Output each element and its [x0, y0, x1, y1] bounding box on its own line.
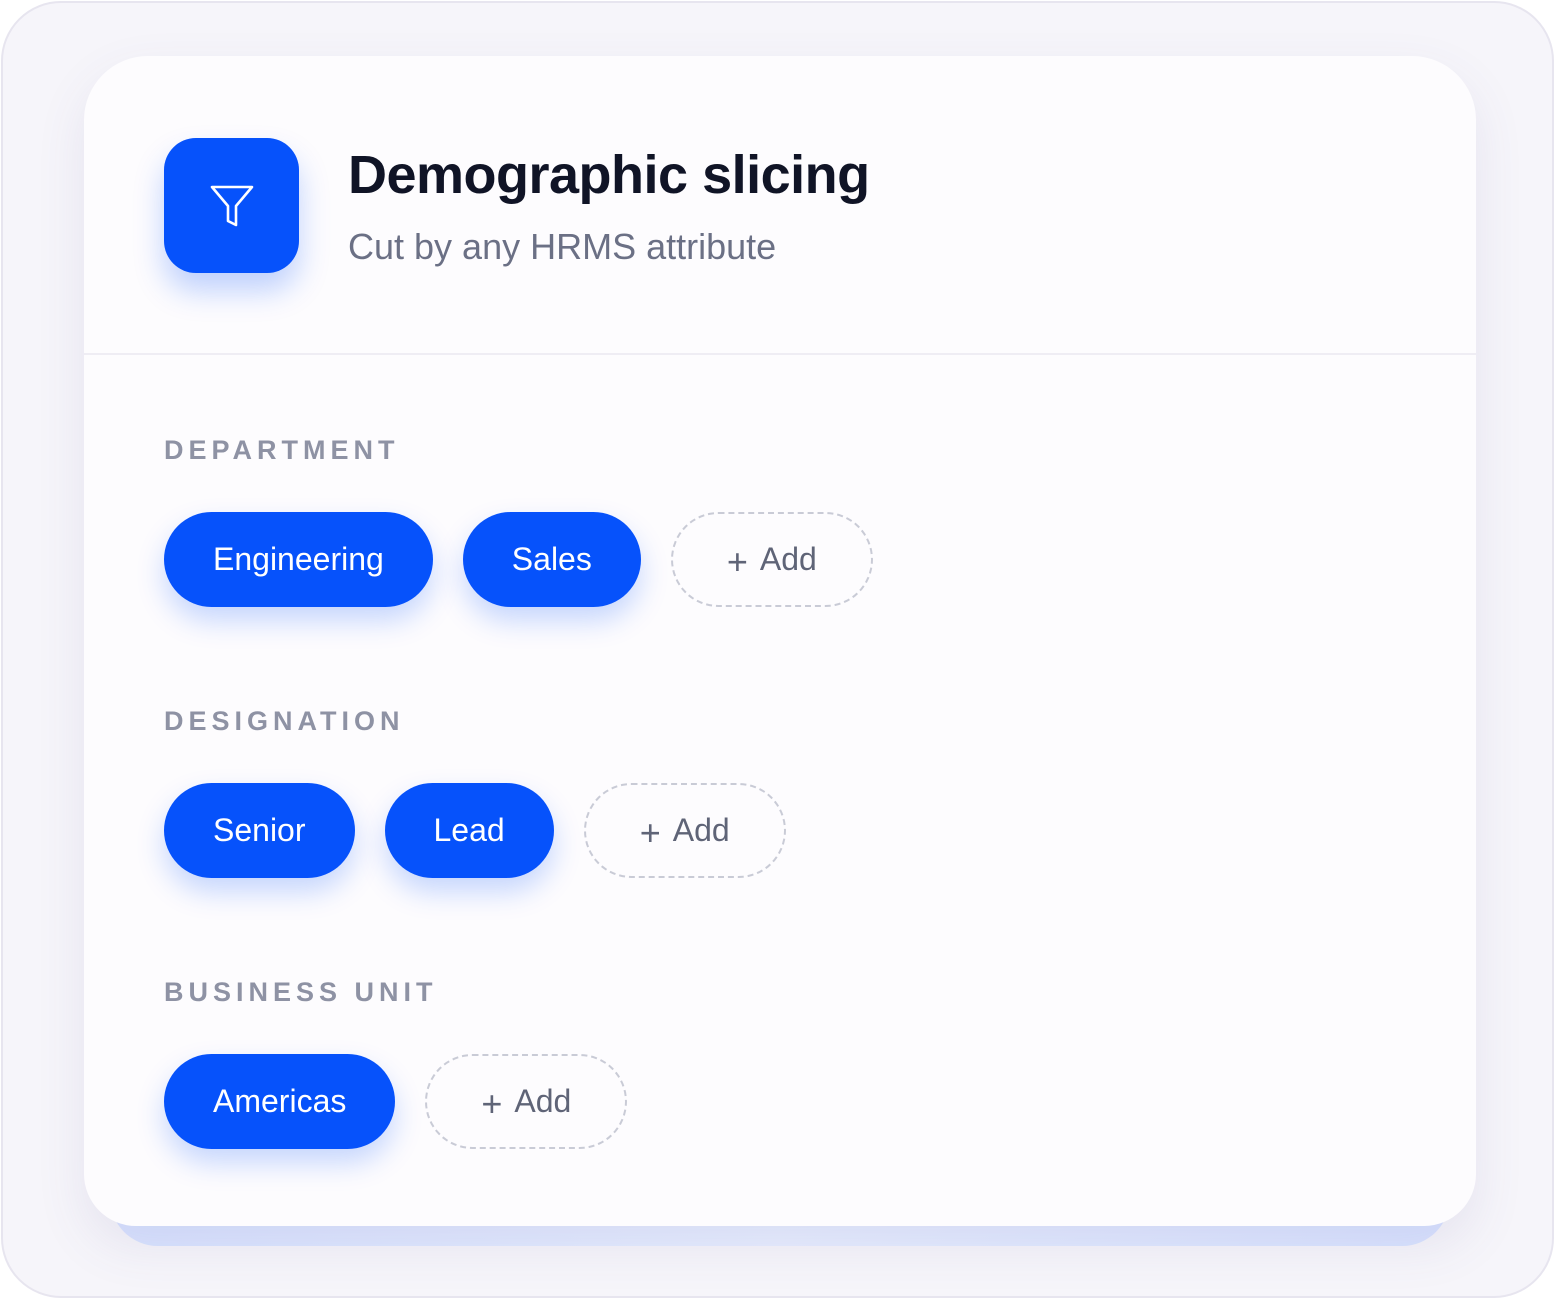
add-designation-button[interactable]: + Add [583, 783, 786, 878]
chip-americas[interactable]: Americas [164, 1054, 396, 1149]
designation-chip-row: Senior Lead + Add [164, 783, 786, 878]
card-subtitle: Cut by any HRMS attribute [348, 226, 777, 267]
demographic-slicing-card: Demographic slicing Cut by any HRMS attr… [84, 56, 1476, 1226]
business-unit-chip-row: Americas + Add [164, 1054, 628, 1149]
chip-sales[interactable]: Sales [462, 512, 641, 607]
plus-icon: + [639, 811, 661, 853]
chip-engineering[interactable]: Engineering [164, 512, 433, 607]
plus-icon: + [726, 540, 748, 582]
filter-icon-tile [164, 138, 299, 273]
department-chip-row: Engineering Sales + Add [164, 512, 873, 607]
card-header: Demographic slicing Cut by any HRMS attr… [84, 56, 1476, 355]
add-label: Add [514, 1083, 572, 1119]
add-business-unit-button[interactable]: + Add [425, 1054, 628, 1149]
section-label-designation: DESIGNATION [164, 706, 405, 736]
chip-senior[interactable]: Senior [164, 783, 355, 878]
section-label-department: DEPARTMENT [164, 435, 400, 465]
section-label-business-unit: BUSINESS UNIT [164, 977, 438, 1007]
add-department-button[interactable]: + Add [670, 512, 873, 607]
add-label: Add [759, 541, 817, 577]
filter-funnel-icon [210, 185, 253, 226]
card-title: Demographic slicing [348, 145, 870, 205]
add-label: Add [672, 812, 730, 848]
chip-lead[interactable]: Lead [384, 783, 554, 878]
plus-icon: + [481, 1082, 503, 1124]
